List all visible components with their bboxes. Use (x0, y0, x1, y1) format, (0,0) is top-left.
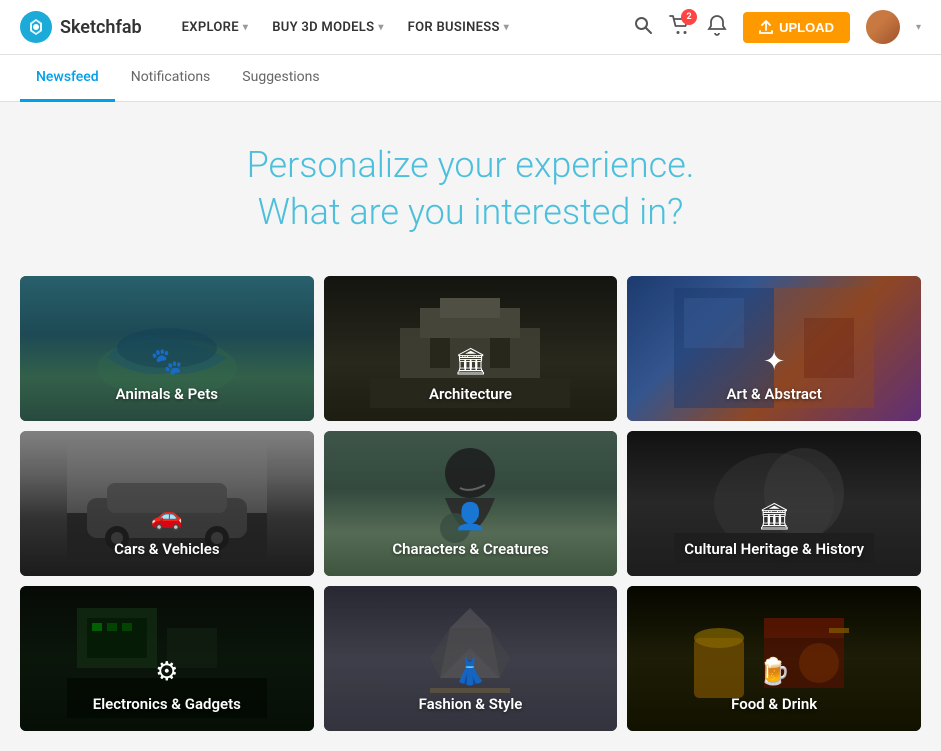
headline-text: Personalize your experience. What are yo… (20, 142, 921, 236)
category-icon-cultural: 🏛 (758, 502, 791, 532)
bell-icon (707, 14, 727, 36)
buy3d-chevron-icon: ▾ (378, 22, 383, 33)
category-icon-electronics: ⚙ (155, 657, 178, 687)
nav-buy3d[interactable]: BUY 3D MODELS ▾ (262, 14, 393, 41)
cart-badge: 2 (681, 9, 697, 25)
category-label-architecture: Architecture (429, 385, 512, 403)
category-label-animals: Animals & Pets (116, 385, 218, 403)
category-icon-characters: 👤 (454, 502, 486, 532)
category-label-art: Art & Abstract (727, 385, 822, 403)
category-overlay-cars: 🚗 Cars & Vehicles (20, 431, 314, 576)
category-icon-animals: 🐾 (151, 347, 183, 377)
logo[interactable]: Sketchfab (20, 11, 142, 43)
nav-forbusiness[interactable]: FOR BUSINESS ▾ (398, 14, 519, 41)
nav-explore[interactable]: EXPLORE ▾ (172, 14, 259, 41)
category-card-cars[interactable]: 🚗 Cars & Vehicles (20, 431, 314, 576)
category-overlay-electronics: ⚙ Electronics & Gadgets (20, 586, 314, 731)
tab-notifications[interactable]: Notifications (115, 55, 227, 102)
category-label-characters: Characters & Creatures (392, 540, 548, 558)
upload-icon (759, 20, 773, 34)
explore-chevron-icon: ▾ (243, 22, 248, 33)
category-card-electronics[interactable]: ⚙ Electronics & Gadgets (20, 586, 314, 731)
category-label-food: Food & Drink (731, 695, 817, 713)
tab-newsfeed[interactable]: Newsfeed (20, 55, 115, 102)
search-icon (633, 15, 653, 35)
tab-suggestions[interactable]: Suggestions (226, 55, 335, 102)
category-icon-fashion: 👗 (454, 657, 486, 687)
upload-button[interactable]: UPLOAD (743, 12, 850, 43)
category-icon-cars: 🚗 (151, 502, 183, 532)
category-label-fashion: Fashion & Style (419, 695, 523, 713)
headline: Personalize your experience. What are yo… (20, 142, 921, 236)
category-icon-architecture: 🏛 (454, 347, 487, 377)
category-card-cultural[interactable]: 🏛 Cultural Heritage & History (627, 431, 921, 576)
category-card-fashion[interactable]: 👗 Fashion & Style (324, 586, 618, 731)
category-label-cars: Cars & Vehicles (114, 540, 219, 558)
categories-grid: 🐾 Animals & Pets 🏛 Architecture ✦ Art & Abs… (20, 276, 921, 731)
category-overlay-architecture: 🏛 Architecture (324, 276, 618, 421)
logo-text: Sketchfab (60, 17, 142, 38)
category-overlay-cultural: 🏛 Cultural Heritage & History (627, 431, 921, 576)
main-content: Personalize your experience. What are yo… (0, 102, 941, 751)
category-overlay-fashion: 👗 Fashion & Style (324, 586, 618, 731)
avatar-chevron-icon[interactable]: ▾ (916, 22, 921, 33)
avatar-image (866, 10, 900, 44)
search-button[interactable] (633, 15, 653, 40)
category-card-food[interactable]: 🍺 Food & Drink (627, 586, 921, 731)
category-label-cultural: Cultural Heritage & History (684, 540, 864, 558)
header: Sketchfab EXPLORE ▾ BUY 3D MODELS ▾ FOR … (0, 0, 941, 55)
subnav: Newsfeed Notifications Suggestions (0, 55, 941, 102)
category-icon-food: 🍺 (758, 657, 790, 687)
category-card-architecture[interactable]: 🏛 Architecture (324, 276, 618, 421)
cart-button[interactable]: 2 (669, 15, 691, 40)
header-actions: 2 UPLOAD ▾ (633, 10, 921, 44)
category-overlay-art: ✦ Art & Abstract (627, 276, 921, 421)
category-label-electronics: Electronics & Gadgets (93, 695, 241, 713)
main-nav: EXPLORE ▾ BUY 3D MODELS ▾ FOR BUSINESS ▾ (172, 14, 633, 41)
category-overlay-food: 🍺 Food & Drink (627, 586, 921, 731)
forbusiness-chevron-icon: ▾ (504, 22, 509, 33)
category-card-characters[interactable]: 👤 Characters & Creatures (324, 431, 618, 576)
category-card-animals[interactable]: 🐾 Animals & Pets (20, 276, 314, 421)
category-overlay-animals: 🐾 Animals & Pets (20, 276, 314, 421)
notifications-button[interactable] (707, 14, 727, 41)
sketchfab-logo-icon (20, 11, 52, 43)
upload-label: UPLOAD (779, 20, 834, 35)
category-icon-art: ✦ (763, 347, 785, 377)
user-avatar[interactable] (866, 10, 900, 44)
category-overlay-characters: 👤 Characters & Creatures (324, 431, 618, 576)
category-card-art[interactable]: ✦ Art & Abstract (627, 276, 921, 421)
